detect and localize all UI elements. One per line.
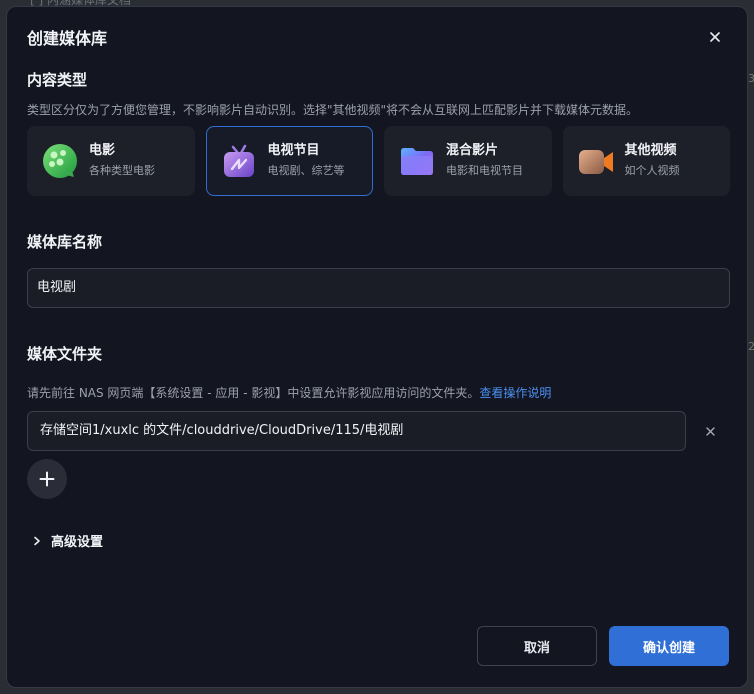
plus-icon [39, 471, 55, 487]
help-link[interactable]: 查看操作说明 [479, 386, 551, 400]
content-type-heading: 内容类型 [27, 71, 88, 89]
type-option-mixed[interactable]: 混合影片 电影和电视节目 [384, 126, 552, 196]
folder-icon [401, 148, 433, 175]
type-label: 电影 [89, 143, 116, 158]
hint-text: 请先前往 NAS 网页端【系统设置 - 应用 - 影视】中设置允许影视应用访问的… [27, 386, 480, 400]
content-type-hint: 类型区分仅为了方便您管理，不影响影片自动识别。选择"其他视频"将不会从互联网上匹… [27, 103, 639, 117]
type-option-movie[interactable]: 电影 各种类型电影 [27, 126, 195, 196]
chevron-right-icon [34, 536, 40, 545]
type-option-tv[interactable]: 电视节目 电视剧、综艺等 [205, 126, 373, 196]
folder-path-field[interactable]: 存储空间1/xuxlc 的文件/clouddrive/CloudDrive/11… [27, 411, 686, 451]
media-folder-heading: 媒体文件夹 [27, 345, 103, 363]
close-button[interactable] [705, 27, 725, 47]
type-description: 电视剧、综艺等 [267, 164, 345, 177]
backdrop-edge-text: 2 [748, 340, 754, 353]
close-icon [705, 426, 715, 436]
type-label: 电视节目 [267, 143, 320, 158]
confirm-create-button[interactable]: 确认创建 [609, 626, 729, 666]
content-type-options: 电影 各种类型电影 电视节目 电视剧、综艺等 混合影片 电影和电视节目 其他视频… [27, 126, 730, 196]
library-name-heading: 媒体库名称 [27, 233, 103, 251]
cancel-button[interactable]: 取消 [477, 626, 597, 666]
dialog-title: 创建媒体库 [27, 29, 108, 48]
media-folder-hint: 请先前往 NAS 网页端【系统设置 - 应用 - 影视】中设置允许影视应用访问的… [27, 384, 551, 401]
type-option-other[interactable]: 其他视频 如个人视频 [562, 126, 730, 196]
backdrop-edge-text: 3 [748, 72, 754, 85]
create-library-dialog: 创建媒体库 内容类型 类型区分仅为了方便您管理，不影响影片自动识别。选择"其他视… [6, 6, 748, 688]
tv-icon [223, 144, 254, 177]
add-folder-button[interactable] [27, 459, 67, 499]
library-name-input[interactable]: 电视剧 [27, 268, 730, 308]
remove-folder-button[interactable] [701, 422, 719, 440]
movie-icon [43, 144, 77, 178]
type-label: 其他视频 [624, 143, 677, 158]
type-description: 如个人视频 [624, 164, 680, 177]
close-icon [710, 32, 720, 42]
type-description: 电影和电视节目 [446, 164, 523, 177]
type-description: 各种类型电影 [89, 164, 155, 177]
type-label: 混合影片 [446, 143, 499, 158]
advanced-settings-label: 高级设置 [51, 535, 104, 550]
advanced-settings-toggle[interactable]: 高级设置 [33, 531, 103, 550]
video-camera-icon [578, 150, 613, 174]
